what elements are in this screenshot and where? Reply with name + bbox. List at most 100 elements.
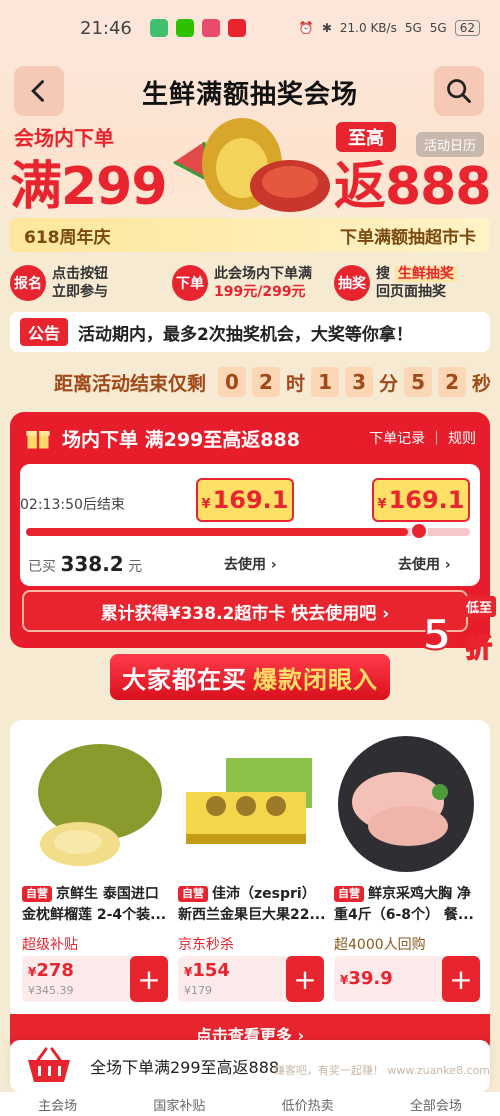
notice-tag: 公告 [20, 318, 69, 346]
coupon-end-time: 02:13:50后结束 [20, 497, 125, 513]
battery-indicator: 62 [454, 20, 480, 36]
countdown-digit: 2 [438, 367, 467, 397]
bought-label: 已买 [28, 559, 56, 575]
currency-symbol: ¥ [377, 497, 387, 512]
step-line: 搜 生鲜抽奖 [376, 265, 457, 283]
self-operated-tag: 自营 [334, 886, 364, 902]
notice-text: 活动期内，最多2次抽奖机会，大奖等你拿！ [78, 324, 413, 345]
tab-main-venue[interactable]: 主会场 [38, 1095, 77, 1114]
lottery-label: 下单满额抽超市卡 [340, 227, 476, 248]
product-name: 自营 佳沛（zespri）新西兰金果巨大果22... [178, 884, 328, 926]
crown-icon [410, 522, 428, 540]
tab-hot-deals[interactable]: 低价热卖 [282, 1095, 334, 1114]
coupon-amount: 169.1 [212, 486, 289, 514]
discount-low-label: 低至 [461, 596, 496, 617]
use-coupon-link[interactable]: 去使用 › [224, 554, 277, 574]
current-price: ¥39.9 [340, 968, 393, 989]
step-line: 199元/299元 [214, 284, 306, 300]
step-prefix: 搜 [376, 266, 390, 282]
bought-unit: 元 [128, 559, 143, 575]
bottom-tab-bar: 主会场 国家补贴 低价热卖 全部会场 [0, 1092, 500, 1116]
signal-label: 5G [429, 21, 447, 35]
search-keyword-highlight: 生鲜抽奖 [394, 266, 457, 282]
tab-national-subsidy[interactable]: 国家补贴 [153, 1095, 205, 1114]
use-coupon-link[interactable]: 去使用 › [398, 554, 451, 574]
countdown-digit: 3 [345, 367, 374, 397]
countdown-label: 距离活动结束仅剩 [54, 372, 207, 395]
plus-icon: + [293, 962, 317, 996]
app-notification-icon [201, 19, 220, 37]
step-order: 下单 此会场内下单满 199元/299元 [172, 265, 328, 301]
status-time: 21:46 [80, 17, 132, 39]
steps-row: 报名 点击按钮 立即参与 下单 此会场内下单满 199元/299元 抽奖 搜 生… [10, 258, 490, 308]
activity-calendar-button[interactable]: 活动日历 [416, 132, 485, 157]
coupon-card[interactable]: ¥169.1 [196, 478, 294, 522]
bluetooth-icon: ✱ [321, 21, 332, 35]
step-line: 立即参与 [52, 284, 108, 300]
order-record-rules-links[interactable]: 下单记录 ｜ 规则 [369, 428, 476, 448]
signal-label: 5G [404, 21, 422, 35]
add-to-cart-button[interactable]: + [130, 956, 168, 1002]
product-card[interactable]: 自营 佳沛（zespri）新西兰金果巨大果22... 京东秒杀 ¥154 ¥179… [172, 720, 328, 1020]
price-box: ¥39.9 + [334, 956, 480, 1002]
tab-all-venues[interactable]: 全部会场 [410, 1095, 462, 1114]
product-card[interactable]: 自营 京鲜生 泰国进口金枕鲜榴莲 2-4个装... 超级补贴 ¥278 ¥345.… [16, 720, 172, 1020]
countdown-timer: 距离活动结束仅剩 0 2 时 1 3 分 5 2 秒 [54, 366, 491, 398]
step-line: 回页面抽奖 [376, 284, 446, 300]
popup-text: 全场下单满299至高返888 [90, 1058, 280, 1077]
kiwi-box-image [186, 758, 312, 844]
coupon-card[interactable]: ¥169.1 [372, 478, 470, 522]
status-app-icons [149, 19, 246, 37]
plus-icon: + [449, 962, 473, 996]
step-line: 此会场内下单满 [214, 266, 312, 282]
step-badge: 报名 [10, 265, 46, 301]
product-card[interactable]: 自营 鲜京采鸡大胸 净重4斤（6-8个） 餐... 超4000人回购 ¥39.9 … [328, 720, 484, 1020]
countdown-digit: 1 [311, 367, 340, 397]
discount-badge: 低至 5 折 [420, 596, 500, 666]
anniversary-banner[interactable]: 618周年庆 下单满额抽超市卡 [10, 218, 490, 252]
price-value: 278 [36, 960, 74, 981]
current-price: ¥154 [184, 960, 230, 981]
discount-unit: 折 [465, 633, 493, 665]
status-bar: 21:46 ⏰ ✱ 21.0 KB/s 5G 5G 62 [0, 0, 500, 56]
countdown-unit: 秒 [472, 372, 492, 395]
bought-value: 338.2 [60, 552, 124, 576]
anniversary-label: 618周年庆 [24, 227, 111, 248]
original-price: ¥179 [184, 984, 212, 997]
step-line: 点击按钮 [52, 266, 108, 282]
rebate-card-title: 场内下单 满299至高返888 [62, 428, 300, 451]
status-right: ⏰ ✱ 21.0 KB/s 5G 5G 62 [299, 20, 480, 36]
product-promo-label: 超4000人回购 [334, 937, 426, 953]
durian-image [38, 744, 162, 866]
section-title: 大家都在买 爆款闭眼入 [110, 654, 390, 700]
add-to-cart-button[interactable]: + [286, 956, 324, 1002]
hero-left-headline: 满299 [10, 157, 168, 217]
notice-bar: 公告 活动期内，最多2次抽奖机会，大奖等你拿！ [10, 312, 490, 352]
step-text: 此会场内下单满 199元/299元 [214, 265, 312, 301]
self-operated-tag: 自营 [22, 886, 52, 902]
watermark: 赚客吧，有奖一起赚！ www.zuanke8.com [273, 1064, 490, 1077]
original-price: ¥345.39 [28, 984, 74, 997]
network-speed: 21.0 KB/s [339, 21, 397, 35]
product-name: 自营 鲜京采鸡大胸 净重4斤（6-8个） 餐... [334, 884, 484, 926]
product-promo-label: 超级补贴 [22, 937, 78, 953]
use-supermarket-card-button[interactable]: 累计获得¥338.2超市卡 快去使用吧 › [22, 590, 468, 632]
plus-icon: + [137, 962, 161, 996]
price-value: 154 [192, 960, 230, 981]
bought-amount: 已买 338.2 元 [28, 552, 142, 576]
price-value: 39.9 [348, 968, 393, 989]
step-badge: 抽奖 [334, 265, 370, 301]
self-operated-tag: 自营 [178, 886, 208, 902]
product-promo-label: 京东秒杀 [178, 937, 234, 953]
gift-icon [26, 431, 50, 449]
add-to-cart-button[interactable]: + [442, 956, 480, 1002]
rebate-progress-bar [26, 528, 470, 536]
search-icon [447, 79, 471, 103]
chicken-breast-image [338, 736, 474, 872]
step-signup[interactable]: 报名 点击按钮 立即参与 [10, 265, 166, 301]
step-text: 搜 生鲜抽奖 回页面抽奖 [376, 265, 457, 301]
step-text: 点击按钮 立即参与 [52, 265, 108, 301]
price-box: ¥278 ¥345.39 + [22, 956, 168, 1002]
progress-fill [26, 528, 408, 536]
search-button[interactable] [434, 66, 484, 116]
